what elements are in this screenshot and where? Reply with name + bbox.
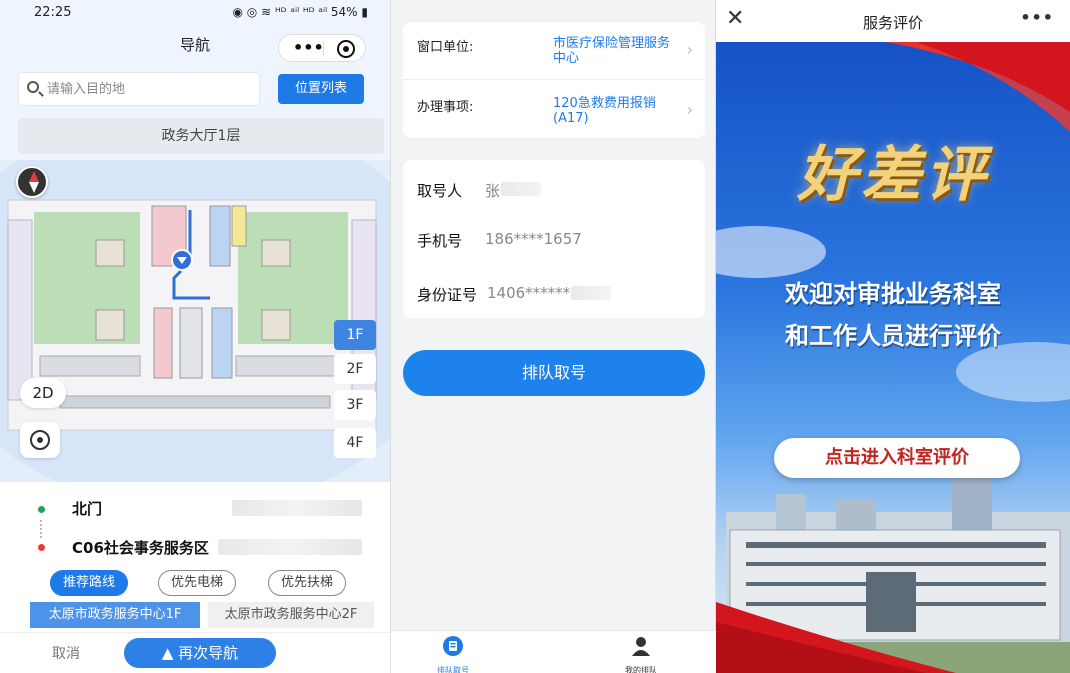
navigate-arrow-icon: ▲ (161, 644, 174, 662)
tab-my-queue[interactable]: 我的排队 (601, 635, 681, 673)
queue-ticket-icon (443, 636, 463, 656)
tab-my-queue-label: 我的排队 (625, 666, 657, 673)
applicant-info-card: 取号人 张 手机号 186****1657 身份证号 1406****** (403, 160, 705, 318)
eval-header: ✕ 服务评价 ••• (716, 0, 1070, 42)
take-number-button[interactable]: 排队取号 (403, 350, 705, 396)
welcome-line-1: 欢迎对审批业务科室 (785, 280, 1001, 308)
view-mode-toggle[interactable]: 2D (20, 378, 66, 408)
window-unit-label: 窗口单位: (417, 40, 474, 55)
close-target-icon[interactable] (337, 40, 355, 58)
status-bar: 22:25 ◉ ◎ ≋ ᴴᴰ ᵃⁱˡ ᴴᴰ ᵃⁱˡ 54% ▮ (0, 0, 390, 26)
tab-take-number[interactable]: 排队取号 (413, 635, 493, 673)
floor-1f-button[interactable]: 1F (334, 320, 376, 350)
route-end: C06社会事务服务区 (72, 539, 209, 557)
start-address-redacted (232, 500, 362, 516)
compass-icon[interactable] (16, 166, 48, 198)
floor-2f-button[interactable]: 2F (334, 354, 376, 384)
current-location-icon (171, 249, 193, 271)
enter-evaluation-button[interactable]: 点击进入科室评价 (774, 438, 1020, 478)
route-option-escalator[interactable]: 优先扶梯 (268, 570, 346, 596)
eval-title: 服务评价 (862, 14, 923, 32)
status-icons: ◉ ◎ ≋ ᴴᴰ ᵃⁱˡ ᴴᴰ ᵃⁱˡ 54% ▮ (232, 5, 368, 19)
more-icon[interactable]: ••• (1020, 8, 1054, 27)
status-icons-text: ◉ ◎ ≋ ᴴᴰ ᵃⁱˡ ᴴᴰ ᵃⁱˡ (232, 5, 328, 19)
floor-tab-2f[interactable]: 太原市政务服务中心2F (208, 602, 374, 628)
taker-label: 取号人 (417, 182, 463, 200)
window-unit-value[interactable]: 市医疗保险管理服务中心 (553, 36, 675, 66)
capsule-divider (323, 41, 324, 57)
queue-panel: 窗口单位: 市医疗保险管理服务中心 › 办理事项: 120急救费用报销(A17)… (390, 0, 717, 673)
user-icon (632, 637, 650, 656)
floor-tab-1f[interactable]: 太原市政务服务中心1F (30, 602, 200, 628)
locate-icon (30, 430, 50, 450)
battery-level: 54% (330, 5, 358, 19)
cancel-button[interactable]: 取消 (52, 643, 80, 663)
phone-value: 186****1657 (485, 230, 582, 248)
bottom-tab-bar: 排队取号 我的排队 (391, 630, 717, 673)
start-dot-icon (38, 506, 45, 513)
status-time: 22:25 (34, 5, 72, 20)
search-input[interactable] (47, 78, 247, 100)
route-panel: 北门 C06社会事务服务区 推荐路线 优先电梯 优先扶梯 太原市政务服务中心1F… (0, 482, 390, 632)
nav-bottom-bar: 取消 ▲ 再次导航 (0, 632, 390, 673)
renavigate-label: 再次导航 (178, 644, 239, 662)
tab-take-number-label: 排队取号 (437, 666, 469, 673)
route-start: 北门 (72, 500, 103, 518)
end-address-redacted (218, 539, 362, 555)
evaluation-panel: ✕ 服务评价 ••• 好差评 欢迎对审批业务科室 和工作人员进行评价 点击进入科… (716, 0, 1070, 673)
service-item-label: 办理事项: (417, 100, 474, 115)
taker-value: 张 (485, 182, 501, 200)
phone-label: 手机号 (417, 232, 463, 250)
service-info-card: 窗口单位: 市医疗保险管理服务中心 › 办理事项: 120急救费用报销(A17)… (403, 22, 705, 138)
search-box[interactable] (18, 72, 260, 106)
evaluation-poster: 好差评 欢迎对审批业务科室 和工作人员进行评价 点击进入科室评价 (716, 42, 1070, 673)
mini-program-capsule: ••• (278, 34, 366, 62)
locate-button[interactable] (20, 422, 60, 458)
floor-3f-button[interactable]: 3F (334, 390, 376, 420)
chevron-right-icon[interactable]: › (687, 100, 693, 119)
taker-redacted (501, 182, 541, 196)
route-option-elevator[interactable]: 优先电梯 (158, 570, 236, 596)
renavigate-button[interactable]: ▲ 再次导航 (124, 638, 276, 668)
floor-title-bar[interactable]: 政务大厅1层 (18, 118, 384, 154)
navigation-panel: 22:25 ◉ ◎ ≋ ᴴᴰ ᵃⁱˡ ᴴᴰ ᵃⁱˡ 54% ▮ 导航 ••• 位… (0, 0, 390, 673)
route-option-recommended[interactable]: 推荐路线 (50, 570, 128, 596)
indoor-map[interactable]: 1F 2F 3F 4F 2D (0, 160, 390, 482)
welcome-line-2: 和工作人员进行评价 (785, 322, 1001, 350)
route-connector (40, 520, 42, 538)
location-list-button[interactable]: 位置列表 (278, 74, 364, 104)
search-icon (27, 81, 39, 93)
chevron-right-icon[interactable]: › (687, 40, 693, 59)
id-redacted (571, 286, 611, 300)
id-label: 身份证号 (417, 286, 478, 304)
service-item-value[interactable]: 120急救费用报销(A17) (553, 96, 675, 126)
end-dot-icon (38, 544, 45, 551)
id-value: 1406****** (487, 284, 571, 302)
floor-4f-button[interactable]: 4F (334, 428, 376, 458)
more-icon[interactable]: ••• (293, 38, 324, 57)
divider (403, 79, 705, 80)
poster-title: 好差评 (797, 140, 989, 210)
nav-bar: 导航 ••• (0, 26, 390, 66)
